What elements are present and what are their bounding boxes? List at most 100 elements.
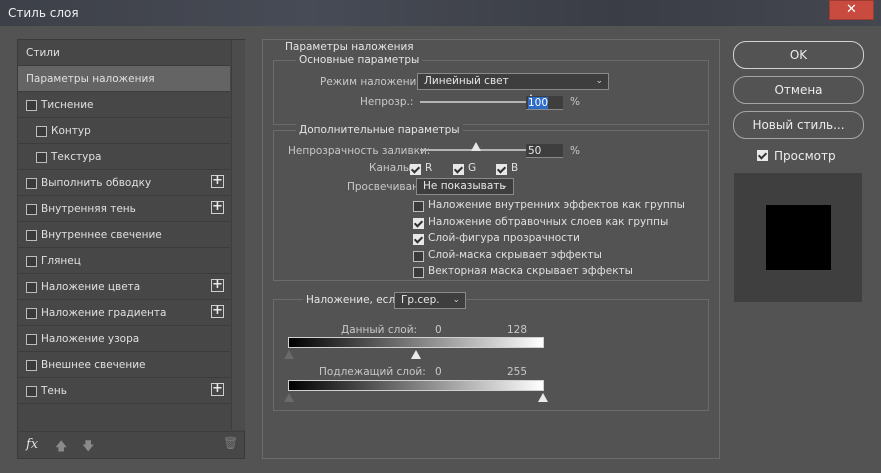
style-checkbox[interactable]: [26, 386, 37, 397]
style-item[interactable]: Выполнить обводку +: [18, 170, 230, 196]
fx-button[interactable]: fx: [26, 437, 38, 452]
opacity-slider[interactable]: [420, 101, 531, 103]
option-label: Наложение внутренних эффектов как группы: [428, 199, 685, 211]
style-item[interactable]: Тиснение: [18, 92, 230, 118]
this-layer-label: Данный слой:: [341, 324, 418, 336]
style-checkbox[interactable]: [26, 100, 37, 111]
channel-label: R: [425, 162, 433, 174]
channel-checkbox[interactable]: [496, 164, 507, 175]
style-checkbox[interactable]: [26, 230, 37, 241]
option-checkbox[interactable]: [413, 250, 424, 262]
this-layer-gradient: [288, 337, 544, 348]
trash-icon[interactable]: 🗑: [223, 436, 238, 450]
general-blending-title: Основные параметры: [296, 54, 423, 66]
styles-panel: Стили Параметры наложения Тиснение Контур Те…: [17, 39, 245, 459]
style-item-label: Наложение градиента: [41, 307, 167, 319]
blend-mode-select[interactable]: Линейный свет ⌄: [417, 73, 609, 90]
style-checkbox[interactable]: [36, 126, 47, 137]
style-item[interactable]: Текстура: [18, 144, 230, 170]
this-layer-max-thumb[interactable]: [411, 350, 422, 359]
style-item-label: Выполнить обводку: [41, 177, 152, 189]
style-item-label: Параметры наложения: [26, 73, 155, 85]
close-button[interactable]: ✕: [829, 0, 874, 20]
move-down-icon[interactable]: 🡇: [82, 437, 94, 458]
opacity-value: 100: [528, 97, 549, 109]
blend-mode-label: Режим наложения:: [320, 76, 427, 88]
cancel-button[interactable]: Отмена: [733, 76, 864, 104]
add-effect-icon[interactable]: +: [211, 200, 224, 214]
blend-if-frame: Наложение, если: Гр.сер. ⌄ Данный слой: …: [273, 292, 709, 411]
fill-opacity-value: 50: [528, 145, 542, 157]
advanced-blending-title: Дополнительные параметры: [296, 124, 463, 136]
style-item[interactable]: Глянец: [18, 248, 230, 274]
style-item[interactable]: Наложение цвета +: [18, 274, 230, 300]
preview-label: Просмотр: [774, 149, 836, 163]
style-item[interactable]: Наложение градиента +: [18, 300, 230, 326]
fill-opacity-input[interactable]: 50: [526, 144, 563, 158]
style-item[interactable]: Внутренняя тень +: [18, 196, 230, 222]
option-checkbox[interactable]: [413, 201, 424, 212]
style-checkbox[interactable]: [26, 334, 37, 345]
style-checkbox[interactable]: [26, 204, 37, 215]
style-item[interactable]: Стили: [18, 40, 230, 66]
knockout-select[interactable]: Не показывать ⌄: [416, 178, 514, 195]
move-up-icon[interactable]: 🡅: [55, 437, 67, 458]
styles-footer: fx 🡅 🡇 🗑: [18, 431, 244, 459]
option-checkbox[interactable]: [413, 234, 424, 245]
style-item[interactable]: Тень +: [18, 378, 230, 404]
opacity-input[interactable]: 100: [526, 96, 563, 110]
style-item-label: Внешнее свечение: [41, 359, 146, 371]
underlying-layer-gradient: [288, 380, 544, 391]
style-checkbox[interactable]: [26, 308, 37, 319]
underlying-layer-label: Подлежащий слой:: [319, 366, 426, 378]
this-layer-min: 0: [435, 324, 442, 336]
style-item[interactable]: Внешнее свечение: [18, 352, 230, 378]
option-checkbox[interactable]: [413, 217, 424, 229]
add-effect-icon[interactable]: +: [211, 304, 224, 318]
style-preview: [734, 173, 862, 302]
style-item-label: Наложение узора: [41, 333, 140, 345]
preview-swatch: [766, 205, 831, 270]
style-item-label: Тиснение: [41, 99, 94, 111]
style-item[interactable]: Параметры наложения: [18, 66, 230, 92]
opacity-label: Непрозр.:: [360, 96, 414, 108]
add-effect-icon[interactable]: +: [211, 382, 224, 396]
style-checkbox[interactable]: [26, 282, 37, 293]
style-item-label: Стили: [26, 47, 60, 59]
underlying-layer-max-thumb[interactable]: [538, 393, 548, 402]
style-item-label: Глянец: [41, 255, 81, 267]
underlying-layer-min-thumb[interactable]: [284, 393, 294, 402]
blending-options-panel: Параметры наложения Основные параметры Р…: [262, 39, 720, 459]
ok-button[interactable]: OK: [733, 41, 864, 69]
style-checkbox[interactable]: [36, 152, 47, 163]
chevron-down-icon: ⌄: [500, 181, 508, 191]
this-layer-max: 128: [507, 324, 528, 336]
style-checkbox[interactable]: [26, 178, 37, 189]
style-item-label: Внутренняя тень: [41, 203, 136, 215]
style-item[interactable]: Внутреннее свечение: [18, 222, 230, 248]
underlying-layer-max: 255: [507, 366, 528, 378]
add-effect-icon[interactable]: +: [211, 278, 224, 292]
advanced-blending-frame: Дополнительные параметры Непрозрачность …: [273, 124, 709, 281]
blend-if-select[interactable]: Гр.сер. ⌄: [394, 292, 466, 309]
fill-opacity-slider-thumb[interactable]: [470, 142, 481, 151]
style-item-label: Внутреннее свечение: [41, 229, 162, 241]
add-effect-icon[interactable]: +: [211, 174, 224, 188]
channel-checkbox[interactable]: [453, 164, 464, 175]
style-item[interactable]: Наложение узора: [18, 326, 230, 352]
blending-section-title: Параметры наложения: [285, 41, 414, 53]
blend-if-value: Гр.сер.: [401, 294, 440, 306]
styles-scrollbar[interactable]: [231, 40, 245, 430]
style-checkbox[interactable]: [26, 360, 37, 371]
this-layer-min-thumb[interactable]: [284, 350, 294, 359]
style-checkbox[interactable]: [26, 256, 37, 267]
channel-checkbox[interactable]: [410, 164, 421, 175]
style-item[interactable]: Контур: [18, 118, 230, 144]
preview-checkbox[interactable]: [757, 150, 768, 161]
fill-opacity-label: Непрозрачность заливки:: [288, 145, 431, 157]
blend-if-label: Наложение, если:: [303, 294, 409, 306]
window-title: Стиль слоя: [8, 6, 79, 20]
option-checkbox[interactable]: [413, 267, 424, 278]
underlying-layer-min: 0: [435, 366, 442, 378]
new-style-button[interactable]: Новый стиль...: [733, 111, 864, 139]
